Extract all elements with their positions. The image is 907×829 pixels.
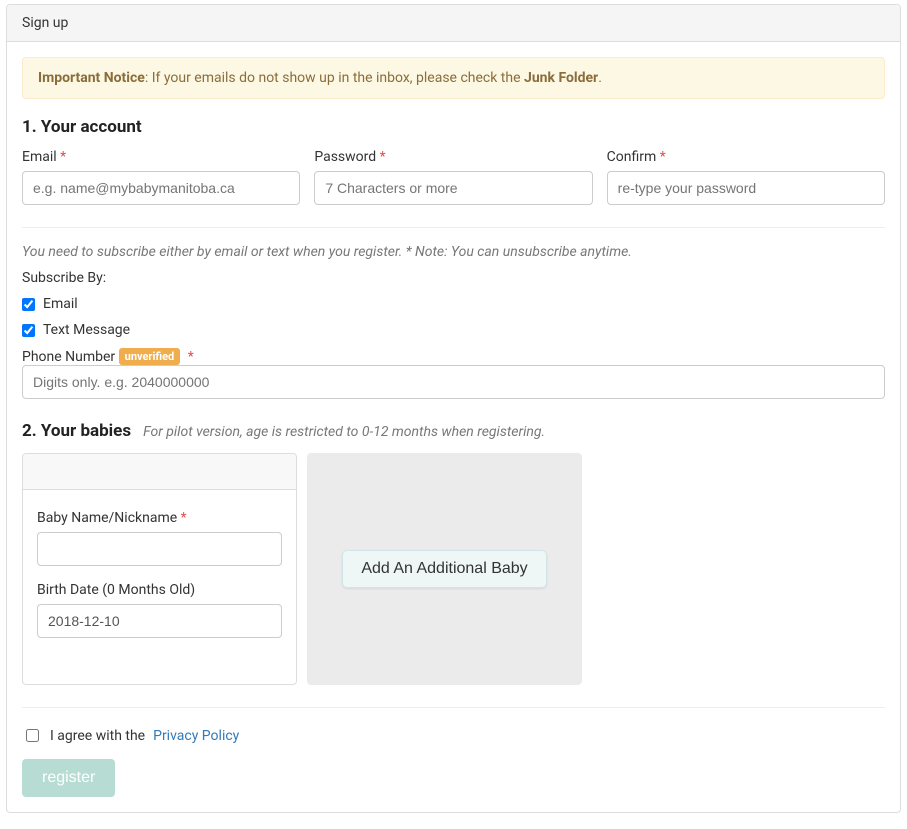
important-notice-alert: Important Notice: If your emails do not … [22, 57, 885, 99]
confirm-label: Confirm * [607, 149, 885, 165]
required-asterisk: * [181, 510, 187, 526]
password-input[interactable] [314, 171, 592, 205]
email-input[interactable] [22, 171, 300, 205]
baby-card: Baby Name/Nickname * Birth Date (0 Month… [22, 453, 297, 685]
notice-middle: : If your emails do not show up in the i… [145, 70, 524, 86]
privacy-policy-link[interactable]: Privacy Policy [153, 728, 239, 744]
required-asterisk: * [188, 349, 194, 365]
agree-row: I agree with the Privacy Policy [22, 726, 885, 745]
password-label: Password * [314, 149, 592, 165]
subscribe-email-label: Email [43, 296, 78, 312]
phone-label: Phone Number unverified * [22, 349, 194, 365]
confirm-input[interactable] [607, 171, 885, 205]
section-2-heading: 2. Your babies [22, 421, 131, 441]
subscribe-hint: You need to subscribe either by email or… [22, 244, 885, 260]
notice-suffix: Junk Folder [524, 70, 598, 86]
subscribe-email-checkbox[interactable] [22, 298, 35, 311]
account-fields-row: Email * Password * Confirm * [22, 149, 885, 205]
birth-date-input[interactable] [37, 604, 282, 638]
babies-row: Baby Name/Nickname * Birth Date (0 Month… [22, 453, 885, 685]
subscribe-text-label: Text Message [43, 322, 130, 338]
add-baby-card: Add An Additional Baby [307, 453, 582, 685]
add-additional-baby-button[interactable]: Add An Additional Baby [342, 550, 546, 588]
notice-prefix: Important Notice [38, 70, 145, 86]
birth-date-label: Birth Date (0 Months Old) [37, 582, 282, 598]
subscribe-email-row: Email [22, 296, 885, 312]
section-1-heading: 1. Your account [22, 117, 885, 137]
required-asterisk: * [660, 149, 666, 165]
subscribe-text-checkbox[interactable] [22, 324, 35, 337]
unverified-badge: unverified [119, 348, 181, 365]
baby-name-input[interactable] [37, 532, 282, 566]
panel-title: Sign up [7, 5, 900, 42]
phone-input[interactable] [22, 365, 885, 399]
baby-name-label: Baby Name/Nickname * [37, 510, 282, 526]
notice-period: . [598, 70, 602, 86]
subscribe-text-row: Text Message [22, 322, 885, 338]
agree-checkbox[interactable] [26, 729, 39, 742]
baby-card-header [23, 454, 296, 490]
panel-body: Important Notice: If your emails do not … [7, 42, 900, 812]
divider [22, 707, 885, 708]
email-label: Email * [22, 149, 300, 165]
register-button[interactable]: register [22, 759, 115, 797]
required-asterisk: * [380, 149, 386, 165]
babies-hint: For pilot version, age is restricted to … [143, 424, 545, 440]
subscribe-by-label: Subscribe By: [22, 270, 885, 286]
required-asterisk: * [60, 149, 66, 165]
agree-prefix: I agree with the [50, 728, 145, 744]
signup-panel: Sign up Important Notice: If your emails… [6, 4, 901, 813]
divider [22, 227, 885, 228]
